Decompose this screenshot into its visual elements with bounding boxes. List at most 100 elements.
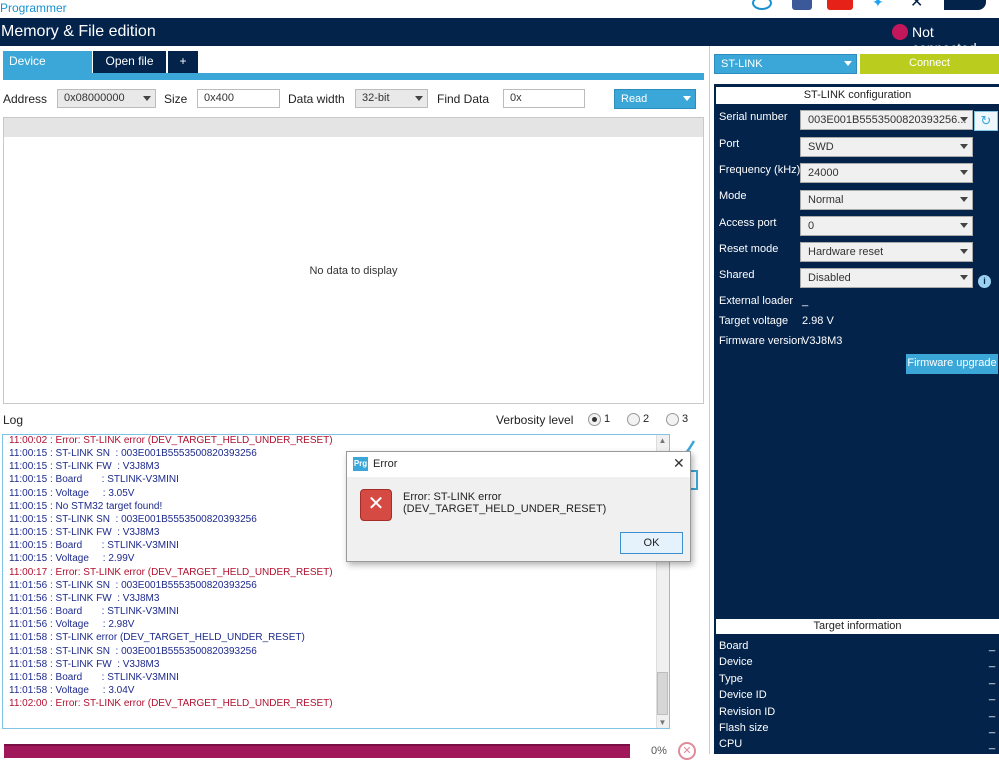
shared-value: Disabled bbox=[808, 272, 851, 284]
board-label: Board bbox=[719, 640, 749, 652]
address-combo[interactable]: 0x08000000 bbox=[57, 89, 156, 108]
external-loader-value: _ bbox=[802, 295, 809, 307]
log-line: 11:00:15 : Voltage : 2.99V bbox=[9, 553, 135, 565]
facebook-icon[interactable] bbox=[792, 0, 812, 10]
access-port-label: Access port bbox=[719, 217, 777, 229]
log-line: 11:01:56 : ST-LINK SN : 003E001B55535008… bbox=[9, 579, 257, 591]
access-port-select[interactable]: 0 bbox=[800, 216, 973, 236]
log-line: 11:01:58 : Voltage : 3.04V bbox=[9, 684, 135, 696]
stlink-config-title: ST-LINK configuration bbox=[716, 87, 999, 104]
port-select[interactable]: SWD bbox=[800, 137, 973, 157]
data-width-select[interactable]: 32-bit bbox=[355, 89, 428, 108]
log-line: 11:00:15 : Board : STLINK-V3MINI bbox=[9, 474, 179, 486]
ok-button[interactable]: OK bbox=[620, 532, 683, 554]
serial-number-value: 003E001B5553500820393256... bbox=[808, 114, 967, 126]
chevron-down-icon bbox=[844, 61, 852, 66]
frequency-select[interactable]: 24000 bbox=[800, 163, 973, 183]
empty-state-text: No data to display bbox=[309, 265, 398, 277]
page-title: Memory & File edition bbox=[1, 23, 156, 40]
network-icon[interactable]: ✕ bbox=[910, 0, 930, 11]
frequency-label: Frequency (kHz) bbox=[719, 164, 801, 176]
reset-mode-select[interactable]: Hardware reset bbox=[800, 242, 973, 262]
connection-status-icon bbox=[892, 24, 908, 40]
dialog-message: Error: ST-LINK error (DEV_TARGET_HELD_UN… bbox=[403, 491, 607, 515]
log-line: 11:01:56 : Voltage : 2.98V bbox=[9, 619, 135, 631]
cpu-label: CPU bbox=[719, 738, 743, 750]
read-button[interactable]: Read bbox=[614, 89, 696, 109]
log-line: 11:01:58 : ST-LINK FW : V3J8M3 bbox=[9, 658, 160, 670]
dialog-titlebar[interactable] bbox=[347, 452, 690, 477]
verbosity-radio-3[interactable] bbox=[666, 413, 679, 426]
chevron-down-icon bbox=[960, 144, 968, 149]
shared-label: Shared bbox=[719, 269, 755, 281]
verbosity-radio-1-label: 1 bbox=[604, 413, 611, 425]
address-value: 0x08000000 bbox=[64, 92, 125, 104]
log-line: 11:00:15 : ST-LINK FW : V3J8M3 bbox=[9, 461, 160, 473]
twitter-icon[interactable]: ✦ bbox=[872, 0, 892, 10]
progress-percent: 0% bbox=[651, 745, 667, 757]
type-value: _ bbox=[989, 673, 996, 685]
chevron-down-icon bbox=[143, 96, 151, 101]
header-bar: Memory & File edition Not connected bbox=[0, 18, 999, 56]
youtube-icon[interactable] bbox=[827, 0, 853, 10]
tab-device-memory[interactable]: Device memory bbox=[3, 51, 92, 89]
flash-size-value: _ bbox=[989, 722, 996, 734]
error-icon: ✕ bbox=[360, 489, 392, 521]
chevron-down-icon bbox=[960, 117, 968, 122]
address-label: Address bbox=[3, 92, 48, 106]
cancel-icon[interactable]: ✕ bbox=[678, 742, 696, 760]
dialog-title: Error bbox=[373, 458, 398, 470]
scroll-down-icon[interactable]: ▼ bbox=[657, 717, 668, 728]
tab-open-file[interactable]: Open file bbox=[93, 51, 166, 73]
port-value: SWD bbox=[808, 141, 834, 153]
device-value: _ bbox=[989, 656, 996, 668]
serial-number-select[interactable]: 003E001B5553500820393256... bbox=[800, 110, 973, 130]
info-icon[interactable]: i bbox=[978, 275, 991, 288]
chevron-down-icon bbox=[960, 223, 968, 228]
app-icon: Prg bbox=[353, 457, 368, 471]
frequency-value: 24000 bbox=[808, 167, 839, 179]
chevron-down-icon bbox=[960, 197, 968, 202]
shared-select[interactable]: Disabled bbox=[800, 268, 973, 288]
find-data-input[interactable]: 0x bbox=[503, 89, 585, 108]
verbosity-radio-2-label: 2 bbox=[643, 413, 650, 425]
revision-id-label: Revision ID bbox=[719, 706, 776, 718]
memory-grid[interactable]: No data to display bbox=[3, 117, 704, 404]
firmware-upgrade-button[interactable]: Firmware upgrade bbox=[906, 354, 998, 374]
verbosity-radio-1[interactable] bbox=[588, 413, 601, 426]
scroll-up-icon[interactable]: ▲ bbox=[657, 435, 668, 446]
device-label: Device bbox=[719, 656, 753, 668]
log-scroll-thumb[interactable] bbox=[657, 672, 668, 715]
revision-id-value: _ bbox=[989, 706, 996, 718]
interface-select[interactable]: ST-LINK bbox=[714, 54, 857, 74]
verbosity-radio-2[interactable] bbox=[627, 413, 640, 426]
size-input[interactable]: 0x400 bbox=[197, 89, 280, 108]
serial-number-label: Serial number bbox=[719, 111, 788, 123]
app-title: Programmer bbox=[0, 1, 67, 15]
log-line: 11:02:00 : Error: ST-LINK error (DEV_TAR… bbox=[9, 698, 333, 710]
reset-mode-value: Hardware reset bbox=[808, 246, 884, 258]
device-id-label: Device ID bbox=[719, 689, 767, 701]
log-line: 11:01:56 : ST-LINK FW : V3J8M3 bbox=[9, 592, 160, 604]
target-info-title: Target information bbox=[716, 619, 999, 634]
chevron-down-icon bbox=[415, 96, 423, 101]
interface-value: ST-LINK bbox=[721, 58, 763, 70]
log-line: 11:00:15 : Voltage : 3.05V bbox=[9, 487, 135, 499]
verbosity-radio-3-label: 3 bbox=[682, 413, 689, 425]
log-line: 11:00:02 : Error: ST-LINK error (DEV_TAR… bbox=[9, 435, 333, 446]
log-line: 11:00:15 : ST-LINK FW : V3J8M3 bbox=[9, 527, 160, 539]
close-icon[interactable]: ✕ bbox=[673, 455, 685, 472]
tab-add-button[interactable]: + bbox=[168, 51, 198, 73]
read-button-label: Read bbox=[621, 93, 648, 105]
mode-select[interactable]: Normal bbox=[800, 190, 973, 210]
memory-grid-header bbox=[4, 118, 703, 137]
refresh-icon[interactable]: ↻ bbox=[974, 111, 998, 131]
mode-value: Normal bbox=[808, 194, 844, 206]
size-label: Size bbox=[164, 92, 188, 106]
type-label: Type bbox=[719, 673, 743, 685]
board-value: _ bbox=[989, 640, 996, 652]
connect-button[interactable]: Connect bbox=[860, 54, 999, 74]
device-id-value: _ bbox=[989, 689, 996, 701]
target-voltage-label: Target voltage bbox=[719, 315, 789, 327]
cpu-value: _ bbox=[989, 738, 996, 750]
